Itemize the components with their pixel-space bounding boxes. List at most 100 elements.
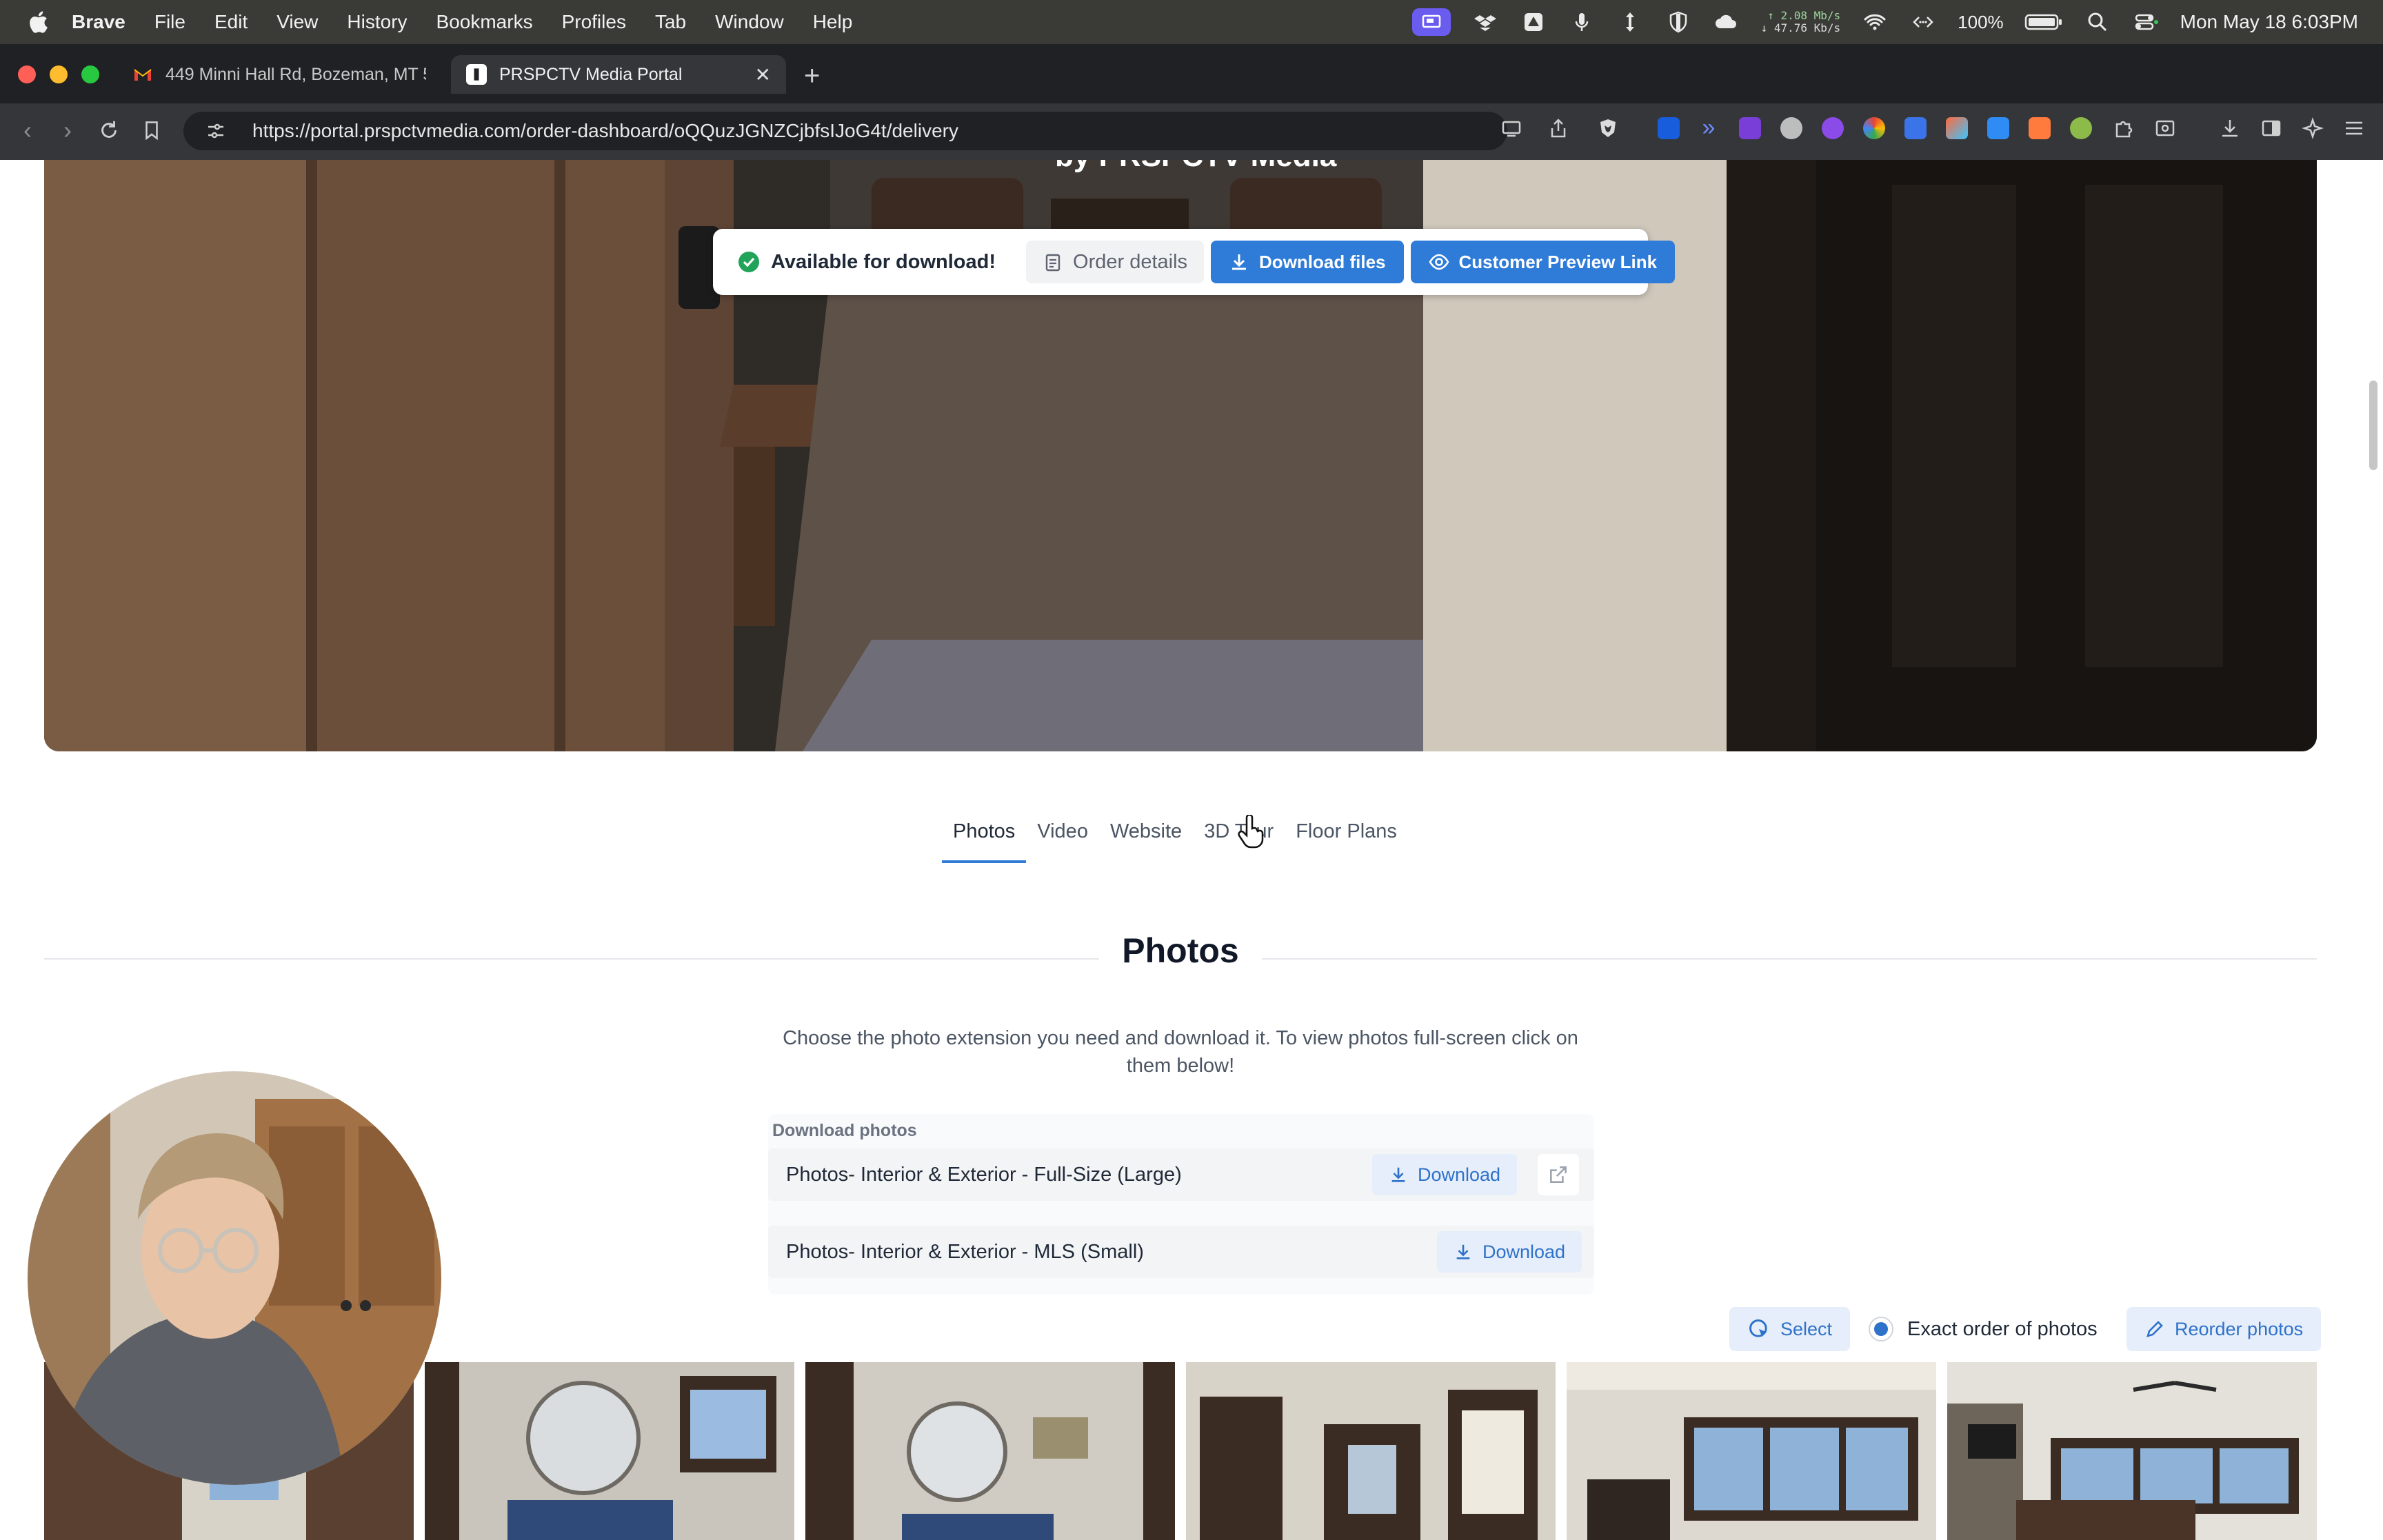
- cloud-icon[interactable]: [1713, 10, 1740, 34]
- hamburger-menu-icon[interactable]: [2343, 117, 2365, 139]
- close-tab-icon[interactable]: ✕: [755, 63, 771, 86]
- browser-tab-prspctv[interactable]: PRSPCTV Media Portal ✕: [451, 55, 786, 94]
- menu-app-brave[interactable]: Brave: [72, 11, 125, 33]
- battery-percent: 100%: [1958, 11, 2004, 32]
- tab-title: 449 Minni Hall Rd, Bozeman, MT 5: [165, 64, 426, 84]
- customer-preview-link-button[interactable]: Customer Preview Link: [1410, 241, 1676, 283]
- forward-arrow-icon[interactable]: ›: [52, 115, 83, 145]
- tab-floor-plans[interactable]: Floor Plans: [1285, 815, 1408, 863]
- menu-window[interactable]: Window: [715, 11, 784, 33]
- menu-file[interactable]: File: [154, 11, 185, 33]
- bookmark-icon[interactable]: [137, 115, 167, 145]
- photo-thumbnail[interactable]: [425, 1362, 794, 1540]
- window-minimize-button[interactable]: [50, 65, 68, 83]
- tab-photos[interactable]: Photos: [942, 815, 1027, 863]
- browser-tab-gmail[interactable]: 449 Minni Hall Rd, Bozeman, MT 5: [117, 55, 441, 94]
- menu-tab[interactable]: Tab: [655, 11, 686, 33]
- menu-profiles[interactable]: Profiles: [562, 11, 626, 33]
- photo-thumbnail[interactable]: [1186, 1362, 1556, 1540]
- wifi-icon[interactable]: [1861, 10, 1889, 34]
- site-settings-icon[interactable]: [205, 121, 226, 141]
- extension-download-icon[interactable]: [1987, 117, 2009, 139]
- availability-text: Available for download!: [771, 250, 996, 273]
- extension-hand-icon[interactable]: [1780, 117, 1802, 139]
- reorder-label: Reorder photos: [2175, 1318, 2304, 1339]
- extension-bitwarden-icon[interactable]: [1658, 117, 1680, 139]
- cast-icon[interactable]: [1500, 117, 1522, 139]
- cursor-select-icon: [1749, 1319, 1767, 1337]
- address-bar[interactable]: https://portal.prspctvmedia.com/order-da…: [183, 112, 1507, 150]
- download-option-label: Photos- Interior & Exterior - Full-Size …: [786, 1163, 1182, 1186]
- net-down: ↓ 47.76 Kb/s: [1760, 21, 1841, 34]
- photo-controls: Select: [1729, 1307, 1851, 1351]
- url-text[interactable]: https://portal.prspctvmedia.com/order-da…: [252, 120, 958, 142]
- download-photos-heading: Download photos: [772, 1121, 917, 1140]
- select-button[interactable]: Select: [1729, 1307, 1851, 1351]
- shield-menu-icon[interactable]: [1665, 10, 1692, 34]
- availability-status: Available for download!: [738, 251, 996, 274]
- customer-preview-label: Customer Preview Link: [1458, 251, 1658, 272]
- reorder-photos-button[interactable]: Reorder photos: [2126, 1307, 2322, 1351]
- download-full-size-button[interactable]: Download: [1372, 1154, 1518, 1195]
- external-link-icon: [1550, 1166, 1567, 1183]
- download-option-row: Photos- Interior & Exterior - Full-Size …: [768, 1148, 1594, 1201]
- sidebar-toggle-icon[interactable]: [2260, 117, 2282, 139]
- select-label: Select: [1780, 1318, 1833, 1339]
- menu-help[interactable]: Help: [813, 11, 853, 33]
- extension-pinwheel-icon[interactable]: [1946, 117, 1968, 139]
- download-status-bar: Available for download! Order details Do…: [713, 229, 1676, 295]
- menubar-clock[interactable]: Mon May 18 6:03PM: [2180, 11, 2358, 33]
- control-center-icon[interactable]: [2132, 10, 2160, 34]
- extension-color-icon[interactable]: [1863, 117, 1885, 139]
- extension-hubspot-icon[interactable]: [2029, 117, 2051, 139]
- extensions-puzzle-icon[interactable]: [2113, 117, 2135, 139]
- drive-icon[interactable]: [1520, 10, 1547, 34]
- window-close-button[interactable]: [18, 65, 36, 83]
- page-scrollbar[interactable]: [2369, 381, 2377, 470]
- photo-thumbnail[interactable]: [805, 1362, 1175, 1540]
- order-details-button[interactable]: Order details: [1026, 241, 1205, 283]
- reader-mode-icon[interactable]: [2154, 117, 2176, 139]
- hand-pointer-icon: [1238, 815, 1264, 849]
- code-brackets-icon[interactable]: [1909, 10, 1937, 34]
- downloads-icon[interactable]: [2219, 117, 2241, 139]
- menu-view[interactable]: View: [276, 11, 318, 33]
- download-label: Download: [1482, 1241, 1566, 1262]
- download-files-button[interactable]: Download files: [1211, 241, 1404, 283]
- share-icon[interactable]: [1547, 117, 1569, 139]
- exact-order-radio[interactable]: [1869, 1317, 1893, 1341]
- menu-bookmarks[interactable]: Bookmarks: [436, 11, 533, 33]
- window-zoom-button[interactable]: [81, 65, 99, 83]
- dropbox-icon[interactable]: [1471, 10, 1499, 34]
- reload-icon[interactable]: [94, 115, 124, 145]
- extension-chevrons-icon[interactable]: »: [1698, 116, 1720, 139]
- webcam-overlay[interactable]: [28, 1071, 441, 1485]
- order-details-label: Order details: [1073, 250, 1188, 273]
- screen-share-icon[interactable]: [1411, 8, 1451, 36]
- brave-shields-icon[interactable]: [1597, 117, 1619, 139]
- photo-thumbnail[interactable]: [1567, 1362, 1936, 1540]
- extension-translate-icon[interactable]: [1904, 117, 1927, 139]
- media-tabs: Photos Video Website 3D Tour Floor Plans: [942, 815, 1408, 863]
- menu-edit[interactable]: Edit: [214, 11, 248, 33]
- extension-r-icon[interactable]: [1739, 117, 1761, 139]
- new-tab-button[interactable]: +: [804, 61, 820, 92]
- back-arrow-icon[interactable]: ‹: [12, 115, 43, 145]
- open-external-button[interactable]: [1538, 1154, 1579, 1195]
- section-description: Choose the photo extension you need and …: [783, 1027, 1578, 1077]
- microphone-icon[interactable]: [1568, 10, 1596, 34]
- photo-thumbnail[interactable]: [1947, 1362, 2317, 1540]
- download-mls-button[interactable]: Download: [1437, 1231, 1582, 1273]
- exact-order-toggle[interactable]: Exact order of photos: [1869, 1307, 2098, 1351]
- download-label: Download: [1418, 1164, 1501, 1185]
- tab-website[interactable]: Website: [1099, 815, 1193, 863]
- apple-icon[interactable]: [28, 10, 48, 34]
- resize-arrows-icon[interactable]: [1616, 10, 1644, 34]
- tab-video[interactable]: Video: [1026, 815, 1099, 863]
- menu-history[interactable]: History: [347, 11, 407, 33]
- extension-circle-icon[interactable]: [2070, 117, 2092, 139]
- extension-grammarly-icon[interactable]: [1822, 117, 1844, 139]
- spotlight-search-icon[interactable]: [2084, 10, 2111, 34]
- leo-ai-icon[interactable]: [2302, 117, 2324, 139]
- battery-icon[interactable]: [2024, 10, 2063, 34]
